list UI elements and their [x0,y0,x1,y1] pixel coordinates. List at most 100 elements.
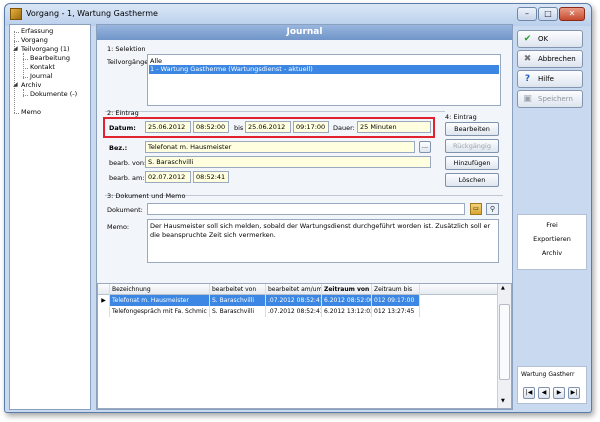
exportieren-link[interactable]: Exportieren [518,235,586,243]
bearb-am-label: bearb. am: [109,174,145,182]
speichern-button[interactable]: ▣ Speichern [517,90,583,108]
tree-item-memo[interactable]: Memo [21,108,41,116]
column-header[interactable]: Zeitraum bis [372,284,420,295]
navigation-tree: Erfassung Vorgang ◢ Teilvorgang (1) Bear… [9,24,91,410]
bis-label: bis [234,124,244,132]
tree-item-vorgang[interactable]: Vorgang [21,36,48,44]
save-icon: ▣ [523,94,532,104]
bearb-am-date-field[interactable]: 02.07.2012 [145,171,191,183]
bez-field[interactable]: Telefonat m. Hausmeister [145,141,415,153]
expand-icon[interactable]: ◢ [13,81,18,88]
record-navigator: Wartung Gastherr |◀ ◀ ▶ ▶| [517,366,587,404]
dauer-label: Dauer: [333,124,355,132]
loeschen-button[interactable]: Löschen [445,173,499,187]
column-header[interactable]: bearbeitet am/um [266,284,322,295]
minimize-button[interactable]: – [517,7,537,21]
window-title: Vorgang - 1, Wartung Gastherme [26,9,158,18]
row-pointer-icon: ▶ [98,295,110,306]
abbrechen-button[interactable]: ✖ Abbrechen [517,50,583,68]
time-from-field[interactable]: 08:52:00 [193,121,229,133]
tree-item-journal[interactable]: Journal [30,72,52,80]
memo-label: Memo: [107,223,130,231]
previous-record-icon[interactable]: ◀ [538,387,550,399]
archiv-link[interactable]: Archiv [518,249,586,257]
table-cell[interactable]: Telefongespräch mit Fa. Schmic [110,306,210,317]
bez-lookup-button[interactable]: ... [419,141,431,153]
section-eintrag4-label: 4: Eintrag [445,113,477,121]
journal-panel: Journal 1: Selektion Teilvorgänge: Alle … [96,24,513,410]
table-row[interactable]: Telefongespräch mit Fa. Schmic S. Barasc… [98,306,511,317]
teilvorgaenge-label: Teilvorgänge: [107,58,151,66]
app-icon [10,8,22,20]
datum-to-field[interactable]: 25.06.2012 [245,121,291,133]
expand-icon[interactable]: ◢ [13,45,18,52]
section-selektion-label: 1: Selektion [107,45,146,53]
grid-header-row: Bezeichnung bearbeitet von bearbeitet am… [98,284,511,295]
title-bar: Vorgang - 1, Wartung Gastherme – □ ✕ [5,4,591,26]
first-record-icon[interactable]: |◀ [523,387,535,399]
hilfe-label: Hilfe [538,75,554,83]
action-panel: Frei Exportieren Archiv [517,214,587,270]
tree-item-kontakt[interactable]: Kontakt [30,63,55,71]
ok-button[interactable]: ✔ OK [517,30,583,48]
table-cell[interactable]: S. Baraschvilli [210,295,266,306]
column-header[interactable]: Bezeichnung [110,284,210,295]
list-item[interactable]: Alle [150,57,162,65]
table-row[interactable]: ▶ Telefonat m. Hausmeister S. Baraschvil… [98,295,511,306]
memo-field[interactable]: Der Hausmeister soll sich melden, sobald… [147,219,499,263]
frei-link[interactable]: Frei [518,221,586,229]
main-window: Vorgang - 1, Wartung Gastherme – □ ✕ Erf… [4,3,592,413]
hinzufuegen-button[interactable]: Hinzufügen [445,156,499,170]
bearb-von-label: bearb. von: [109,159,147,167]
column-header[interactable]: Zeitraum von [322,284,372,295]
table-cell[interactable]: .07.2012 08:52:41 [266,295,322,306]
dokument-field[interactable] [147,203,465,215]
panel-title: Journal [97,25,512,40]
table-cell[interactable]: .07.2012 08:52:41 [266,306,322,317]
last-record-icon[interactable]: ▶| [568,387,580,399]
cancel-icon: ✖ [523,54,532,64]
tree-item-bearbeitung[interactable]: Bearbeitung [30,54,70,62]
list-item-selected[interactable]: 1 - Wartung Gastherme (Wartungsdienst - … [149,65,499,74]
table-cell[interactable]: 012 09:17:00 [372,295,420,306]
bearb-am-time-field[interactable]: 08:52:41 [193,171,229,183]
dokument-label: Dokument: [107,206,143,214]
bearbeiten-button[interactable]: Bearbeiten [445,122,499,136]
journal-grid: Bezeichnung bearbeitet von bearbeitet am… [97,283,512,409]
bearb-von-field[interactable]: S. Baraschvilli [145,156,431,168]
teilvorgaenge-list[interactable]: Alle 1 - Wartung Gastherme (Wartungsdien… [147,54,501,106]
scroll-thumb[interactable] [499,304,510,380]
tree-item-erfassung[interactable]: Erfassung [21,27,53,35]
table-cell[interactable]: 012 13:27:45 [372,306,420,317]
datum-label: Datum: [109,124,136,132]
tree-item-teilvorgang[interactable]: Teilvorgang (1) [21,45,70,53]
checkmark-icon: ✔ [523,34,532,44]
table-cell[interactable]: 6.2012 08:52:00 [322,295,372,306]
time-to-field[interactable]: 09:17:00 [293,121,329,133]
speichern-label: Speichern [538,95,573,103]
hilfe-button[interactable]: ? Hilfe [517,70,583,88]
bez-label: Bez.: [109,144,128,152]
maximize-button[interactable]: □ [538,7,558,21]
tree-item-dokumente[interactable]: Dokumente (-) [30,90,77,98]
binoculars-icon[interactable]: ⚲ [486,203,499,215]
rueckgaengig-button[interactable]: Rückgängig [445,139,499,153]
table-cell[interactable]: S. Baraschvilli [210,306,266,317]
folder-icon[interactable]: ▭ [470,203,482,215]
ok-label: OK [538,35,549,43]
close-button[interactable]: ✕ [559,7,585,21]
table-cell[interactable]: Telefonat m. Hausmeister [110,295,210,306]
section-eintrag-label: 2: Eintrag [107,109,139,117]
column-header[interactable]: bearbeitet von [210,284,266,295]
scroll-down-icon[interactable]: ▼ [501,398,505,404]
grid-scrollbar[interactable]: ▲ ▼ [497,284,511,408]
tree-item-archiv[interactable]: Archiv [21,81,41,89]
abbrechen-label: Abbrechen [538,55,576,63]
section-dokmemo-label: 3: Dokument und Memo [107,192,186,200]
table-cell[interactable]: 6.2012 13:12:03 [322,306,372,317]
navigator-label: Wartung Gastherr [521,371,575,378]
dauer-field[interactable]: 25 Minuten [357,121,431,133]
next-record-icon[interactable]: ▶ [553,387,565,399]
scroll-up-icon[interactable]: ▲ [501,285,505,291]
datum-from-field[interactable]: 25.06.2012 [145,121,191,133]
